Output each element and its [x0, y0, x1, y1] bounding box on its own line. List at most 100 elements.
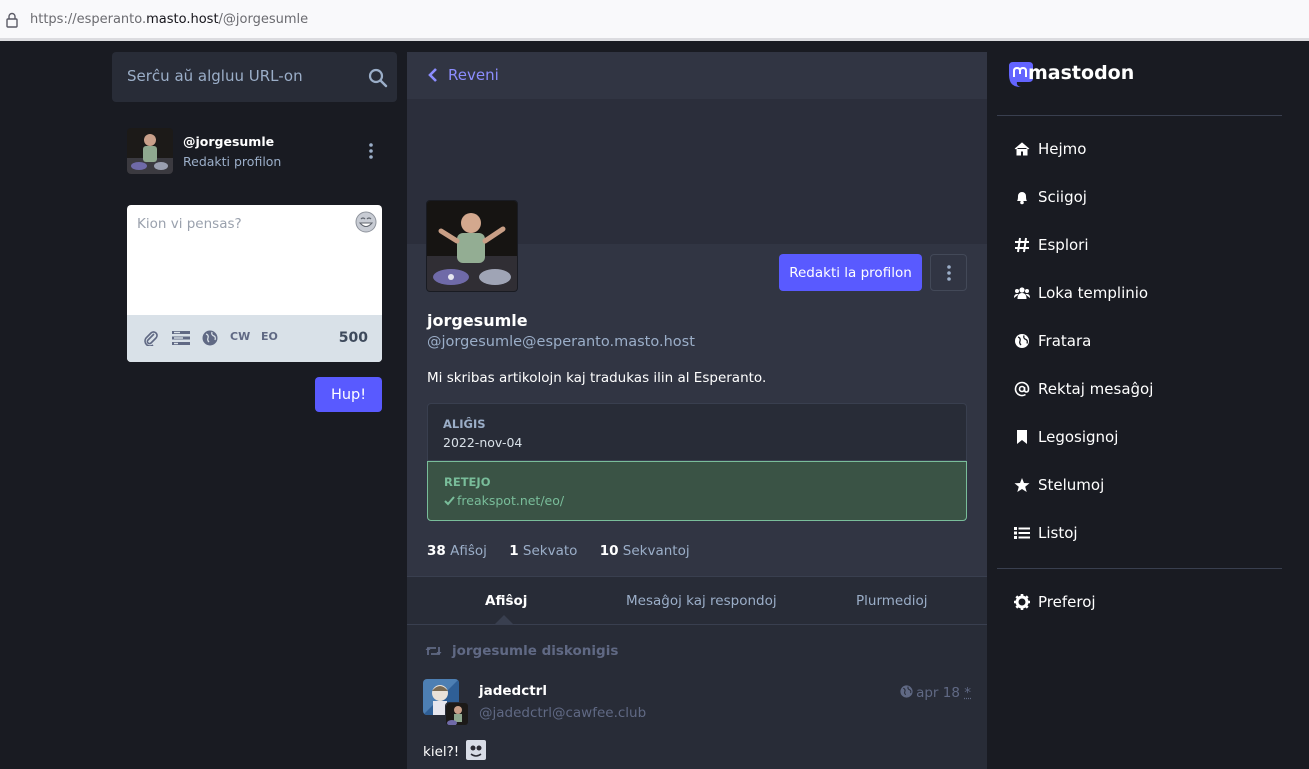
nav-item-notifications[interactable]: Sciigoj — [1014, 185, 1087, 209]
post-timestamp[interactable]: apr 18 * — [900, 685, 971, 701]
active-tab-indicator — [494, 615, 514, 625]
profile-stats: 38 Afiŝoj 1 Sekvato 10 Sekvantoj — [427, 543, 708, 559]
users-icon — [1014, 287, 1030, 299]
stat-count: 10 — [599, 543, 619, 559]
nav-item-explore[interactable]: Esplori — [1014, 233, 1089, 257]
language-button[interactable]: EO — [261, 330, 278, 343]
nav-label: Hejmo — [1038, 140, 1087, 158]
browser-address-bar[interactable]: https://esperanto.masto.host/@jorgesumle — [0, 0, 1309, 41]
profile-account: @jorgesumle@esperanto.masto.host — [427, 334, 695, 350]
stat-label: Afiŝoj — [450, 543, 487, 559]
star-icon — [1014, 478, 1030, 492]
edit-profile-link[interactable]: Redakti profilon — [183, 154, 281, 169]
current-user: @jorgesumle Redakti profilon — [127, 128, 382, 176]
home-icon — [1014, 142, 1030, 156]
nav-item-home[interactable]: Hejmo — [1014, 137, 1086, 161]
stat-label: Sekvantoj — [622, 543, 690, 559]
nav-item-lists[interactable]: Listoj — [1014, 521, 1078, 545]
retweet-icon — [425, 647, 442, 655]
nav-label: Preferoj — [1038, 593, 1096, 611]
globe-icon — [900, 685, 913, 698]
bookmark-icon — [1017, 430, 1027, 444]
paperclip-icon[interactable] — [143, 330, 159, 346]
boost-text[interactable]: jorgesumle diskonigis — [452, 643, 618, 659]
profile-more-button[interactable] — [930, 254, 967, 291]
hashtag-icon — [1015, 237, 1029, 253]
stat-count: 38 — [427, 543, 446, 559]
globe-icon[interactable] — [202, 330, 218, 346]
character-counter: 500 — [338, 330, 368, 346]
back-button[interactable]: Reveni — [407, 52, 987, 99]
edit-profile-button[interactable]: Redakti la profilon — [779, 254, 922, 291]
nav-label: Fratara — [1038, 332, 1092, 350]
avatar[interactable] — [127, 128, 173, 174]
custom-emoji-icon — [465, 740, 486, 760]
mastodon-logo[interactable]: mastodon — [1006, 60, 1146, 92]
logo-text: mastodon — [1028, 62, 1134, 84]
website-link[interactable]: freakspot.net/eo/ — [457, 493, 564, 508]
list-icon — [1014, 527, 1030, 539]
profile-field-website: RETEJO freakspot.net/eo/ — [427, 461, 967, 521]
stat-posts[interactable]: 38 Afiŝoj — [427, 543, 487, 559]
tab-posts-and-replies[interactable]: Mesaĝoj kaj respondoj — [626, 593, 777, 609]
nav-label: Esplori — [1038, 236, 1089, 254]
bell-icon — [1017, 192, 1027, 205]
nav-item-federated[interactable]: Fratara — [1014, 329, 1091, 353]
field-key: RETEJO — [444, 475, 491, 489]
kebab-menu-icon[interactable] — [367, 142, 375, 160]
profile-bio: Mi skribas artikolojn kaj tradukas ilin … — [427, 370, 767, 386]
search-icon[interactable] — [368, 68, 388, 88]
profile-field-joined: ALIĜIS 2022-nov-04 — [427, 403, 967, 461]
content-warning-button[interactable]: CW — [230, 330, 250, 343]
search-input[interactable]: Serĉu aŭ algluu URL-on — [112, 52, 397, 102]
lock-icon — [6, 12, 18, 28]
compose-form: Kion vi pensas? CW EO 500 — [127, 205, 382, 362]
profile-column: Reveni Redakti la profilon jorgesumle @j… — [407, 52, 987, 769]
poll-icon[interactable] — [172, 330, 190, 346]
nav-divider — [997, 568, 1282, 569]
url-domain: masto.host — [146, 12, 219, 27]
stat-followers[interactable]: 10 Sekvantoj — [600, 543, 690, 559]
user-handle[interactable]: @jorgesumle — [183, 134, 274, 149]
post-content: kiel?! — [423, 740, 486, 760]
tab-media[interactable]: Plurmedioj — [856, 593, 928, 609]
compose-textarea[interactable]: Kion vi pensas? — [137, 216, 242, 232]
nav-label: Listoj — [1038, 524, 1078, 542]
nav-item-direct-messages[interactable]: Rektaj mesaĝoj — [1014, 377, 1153, 401]
globe-icon — [1015, 334, 1029, 348]
emoji-picker-icon[interactable] — [355, 211, 377, 233]
nav-item-favourites[interactable]: Stelumoj — [1014, 473, 1104, 497]
url-prefix: https://esperanto. — [30, 12, 147, 27]
nav-label: Loka templinio — [1038, 284, 1149, 302]
kebab-menu-icon — [946, 264, 951, 281]
nav-label: Stelumoj — [1038, 476, 1105, 494]
nav-item-bookmarks[interactable]: Legosignoj — [1014, 425, 1118, 449]
back-label: Reveni — [448, 66, 499, 84]
publish-button[interactable]: Hup! — [315, 377, 382, 412]
gear-icon — [1014, 594, 1030, 610]
nav-label: Rektaj mesaĝoj — [1038, 380, 1154, 398]
search-placeholder: Serĉu aŭ algluu URL-on — [127, 67, 303, 85]
profile-display-name: jorgesumle — [427, 311, 528, 330]
stat-count: 1 — [509, 543, 519, 559]
nav-item-preferences[interactable]: Preferoj — [1014, 590, 1096, 614]
edited-mark: * — [964, 685, 971, 701]
field-key: ALIĜIS — [443, 417, 486, 431]
at-icon — [1014, 381, 1030, 397]
stat-following[interactable]: 1 Sekvato — [509, 543, 577, 559]
booster-avatar[interactable] — [445, 702, 469, 726]
check-icon — [444, 496, 455, 506]
post-author-account[interactable]: @jadedctrl@cawfee.club — [479, 705, 646, 721]
nav-label: Legosignoj — [1038, 428, 1119, 446]
url-path: /@jorgesumle — [218, 12, 309, 27]
post-text: kiel?! — [423, 744, 460, 760]
stat-label: Sekvato — [522, 543, 578, 559]
tab-posts[interactable]: Afiŝoj — [485, 593, 527, 609]
nav-item-local-timeline[interactable]: Loka templinio — [1014, 281, 1148, 305]
post-author-name[interactable]: jadedctrl — [479, 683, 547, 699]
profile-avatar[interactable] — [426, 200, 518, 292]
compose-toolbar: CW EO 500 — [127, 315, 382, 362]
nav-divider — [997, 115, 1282, 116]
url-text[interactable]: https://esperanto.masto.host/@jorgesumle — [30, 12, 308, 27]
field-value[interactable]: freakspot.net/eo/ — [444, 493, 564, 508]
